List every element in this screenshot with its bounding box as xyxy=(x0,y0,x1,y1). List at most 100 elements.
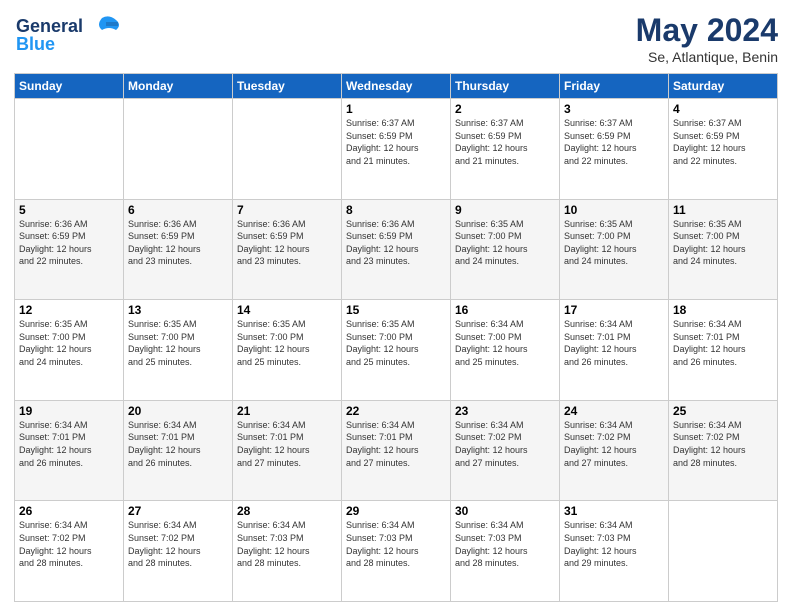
calendar-cell: 5Sunrise: 6:36 AM Sunset: 6:59 PM Daylig… xyxy=(15,199,124,300)
calendar-cell xyxy=(15,99,124,200)
weekday-header: Tuesday xyxy=(233,74,342,99)
weekday-header: Saturday xyxy=(669,74,778,99)
day-info: Sunrise: 6:37 AM Sunset: 6:59 PM Dayligh… xyxy=(564,117,664,167)
calendar-week-row: 26Sunrise: 6:34 AM Sunset: 7:02 PM Dayli… xyxy=(15,501,778,602)
day-info: Sunrise: 6:36 AM Sunset: 6:59 PM Dayligh… xyxy=(346,218,446,268)
day-number: 13 xyxy=(128,303,228,317)
logo-block: General Blue xyxy=(14,12,124,61)
day-number: 7 xyxy=(237,203,337,217)
day-info: Sunrise: 6:35 AM Sunset: 7:00 PM Dayligh… xyxy=(19,318,119,368)
calendar-cell: 10Sunrise: 6:35 AM Sunset: 7:00 PM Dayli… xyxy=(560,199,669,300)
day-info: Sunrise: 6:35 AM Sunset: 7:00 PM Dayligh… xyxy=(564,218,664,268)
calendar-cell: 4Sunrise: 6:37 AM Sunset: 6:59 PM Daylig… xyxy=(669,99,778,200)
day-number: 22 xyxy=(346,404,446,418)
month-title: May 2024 xyxy=(636,12,778,49)
title-block: May 2024 Se, Atlantique, Benin xyxy=(636,12,778,65)
calendar-cell: 14Sunrise: 6:35 AM Sunset: 7:00 PM Dayli… xyxy=(233,300,342,401)
day-number: 15 xyxy=(346,303,446,317)
day-number: 6 xyxy=(128,203,228,217)
day-number: 18 xyxy=(673,303,773,317)
calendar-cell: 1Sunrise: 6:37 AM Sunset: 6:59 PM Daylig… xyxy=(342,99,451,200)
calendar-cell: 22Sunrise: 6:34 AM Sunset: 7:01 PM Dayli… xyxy=(342,400,451,501)
svg-text:General: General xyxy=(16,16,83,36)
day-info: Sunrise: 6:34 AM Sunset: 7:03 PM Dayligh… xyxy=(455,519,555,569)
day-info: Sunrise: 6:35 AM Sunset: 7:00 PM Dayligh… xyxy=(673,218,773,268)
day-info: Sunrise: 6:34 AM Sunset: 7:02 PM Dayligh… xyxy=(455,419,555,469)
day-info: Sunrise: 6:34 AM Sunset: 7:03 PM Dayligh… xyxy=(564,519,664,569)
calendar-cell: 19Sunrise: 6:34 AM Sunset: 7:01 PM Dayli… xyxy=(15,400,124,501)
logo-svg: General Blue xyxy=(14,12,124,56)
calendar-cell xyxy=(669,501,778,602)
day-number: 12 xyxy=(19,303,119,317)
calendar-cell xyxy=(124,99,233,200)
day-number: 27 xyxy=(128,504,228,518)
day-info: Sunrise: 6:34 AM Sunset: 7:02 PM Dayligh… xyxy=(564,419,664,469)
calendar-cell: 8Sunrise: 6:36 AM Sunset: 6:59 PM Daylig… xyxy=(342,199,451,300)
day-number: 11 xyxy=(673,203,773,217)
day-number: 4 xyxy=(673,102,773,116)
day-number: 23 xyxy=(455,404,555,418)
day-info: Sunrise: 6:34 AM Sunset: 7:01 PM Dayligh… xyxy=(19,419,119,469)
day-number: 3 xyxy=(564,102,664,116)
day-info: Sunrise: 6:34 AM Sunset: 7:03 PM Dayligh… xyxy=(346,519,446,569)
day-info: Sunrise: 6:34 AM Sunset: 7:01 PM Dayligh… xyxy=(128,419,228,469)
day-number: 25 xyxy=(673,404,773,418)
calendar-cell: 30Sunrise: 6:34 AM Sunset: 7:03 PM Dayli… xyxy=(451,501,560,602)
calendar-cell: 26Sunrise: 6:34 AM Sunset: 7:02 PM Dayli… xyxy=(15,501,124,602)
calendar-cell: 16Sunrise: 6:34 AM Sunset: 7:00 PM Dayli… xyxy=(451,300,560,401)
day-number: 21 xyxy=(237,404,337,418)
calendar-cell: 28Sunrise: 6:34 AM Sunset: 7:03 PM Dayli… xyxy=(233,501,342,602)
day-info: Sunrise: 6:35 AM Sunset: 7:00 PM Dayligh… xyxy=(128,318,228,368)
day-number: 24 xyxy=(564,404,664,418)
calendar-cell: 9Sunrise: 6:35 AM Sunset: 7:00 PM Daylig… xyxy=(451,199,560,300)
day-number: 16 xyxy=(455,303,555,317)
calendar-cell: 13Sunrise: 6:35 AM Sunset: 7:00 PM Dayli… xyxy=(124,300,233,401)
day-info: Sunrise: 6:35 AM Sunset: 7:00 PM Dayligh… xyxy=(455,218,555,268)
day-number: 28 xyxy=(237,504,337,518)
calendar-cell: 29Sunrise: 6:34 AM Sunset: 7:03 PM Dayli… xyxy=(342,501,451,602)
day-info: Sunrise: 6:37 AM Sunset: 6:59 PM Dayligh… xyxy=(346,117,446,167)
calendar-cell: 21Sunrise: 6:34 AM Sunset: 7:01 PM Dayli… xyxy=(233,400,342,501)
location: Se, Atlantique, Benin xyxy=(636,49,778,65)
calendar-cell: 25Sunrise: 6:34 AM Sunset: 7:02 PM Dayli… xyxy=(669,400,778,501)
day-number: 30 xyxy=(455,504,555,518)
calendar-cell: 6Sunrise: 6:36 AM Sunset: 6:59 PM Daylig… xyxy=(124,199,233,300)
day-number: 29 xyxy=(346,504,446,518)
day-info: Sunrise: 6:36 AM Sunset: 6:59 PM Dayligh… xyxy=(128,218,228,268)
day-info: Sunrise: 6:36 AM Sunset: 6:59 PM Dayligh… xyxy=(237,218,337,268)
day-number: 17 xyxy=(564,303,664,317)
day-info: Sunrise: 6:36 AM Sunset: 6:59 PM Dayligh… xyxy=(19,218,119,268)
day-info: Sunrise: 6:37 AM Sunset: 6:59 PM Dayligh… xyxy=(673,117,773,167)
day-info: Sunrise: 6:34 AM Sunset: 7:02 PM Dayligh… xyxy=(673,419,773,469)
calendar: SundayMondayTuesdayWednesdayThursdayFrid… xyxy=(14,73,778,602)
day-info: Sunrise: 6:35 AM Sunset: 7:00 PM Dayligh… xyxy=(237,318,337,368)
weekday-header: Sunday xyxy=(15,74,124,99)
day-info: Sunrise: 6:34 AM Sunset: 7:02 PM Dayligh… xyxy=(19,519,119,569)
calendar-cell: 31Sunrise: 6:34 AM Sunset: 7:03 PM Dayli… xyxy=(560,501,669,602)
header: General Blue May 2024 Se, Atlantique, Be… xyxy=(14,12,778,65)
calendar-week-row: 1Sunrise: 6:37 AM Sunset: 6:59 PM Daylig… xyxy=(15,99,778,200)
day-number: 8 xyxy=(346,203,446,217)
weekday-header: Thursday xyxy=(451,74,560,99)
day-info: Sunrise: 6:37 AM Sunset: 6:59 PM Dayligh… xyxy=(455,117,555,167)
day-info: Sunrise: 6:34 AM Sunset: 7:03 PM Dayligh… xyxy=(237,519,337,569)
weekday-header: Monday xyxy=(124,74,233,99)
page-container: General Blue May 2024 Se, Atlantique, Be… xyxy=(0,0,792,612)
calendar-cell: 11Sunrise: 6:35 AM Sunset: 7:00 PM Dayli… xyxy=(669,199,778,300)
logo: General Blue xyxy=(14,12,124,61)
day-number: 26 xyxy=(19,504,119,518)
calendar-cell: 18Sunrise: 6:34 AM Sunset: 7:01 PM Dayli… xyxy=(669,300,778,401)
day-number: 20 xyxy=(128,404,228,418)
day-info: Sunrise: 6:35 AM Sunset: 7:00 PM Dayligh… xyxy=(346,318,446,368)
calendar-cell: 7Sunrise: 6:36 AM Sunset: 6:59 PM Daylig… xyxy=(233,199,342,300)
calendar-cell: 12Sunrise: 6:35 AM Sunset: 7:00 PM Dayli… xyxy=(15,300,124,401)
day-info: Sunrise: 6:34 AM Sunset: 7:01 PM Dayligh… xyxy=(346,419,446,469)
calendar-cell: 20Sunrise: 6:34 AM Sunset: 7:01 PM Dayli… xyxy=(124,400,233,501)
calendar-week-row: 19Sunrise: 6:34 AM Sunset: 7:01 PM Dayli… xyxy=(15,400,778,501)
day-info: Sunrise: 6:34 AM Sunset: 7:02 PM Dayligh… xyxy=(128,519,228,569)
day-number: 19 xyxy=(19,404,119,418)
day-info: Sunrise: 6:34 AM Sunset: 7:00 PM Dayligh… xyxy=(455,318,555,368)
calendar-cell: 15Sunrise: 6:35 AM Sunset: 7:00 PM Dayli… xyxy=(342,300,451,401)
day-info: Sunrise: 6:34 AM Sunset: 7:01 PM Dayligh… xyxy=(564,318,664,368)
calendar-cell: 24Sunrise: 6:34 AM Sunset: 7:02 PM Dayli… xyxy=(560,400,669,501)
